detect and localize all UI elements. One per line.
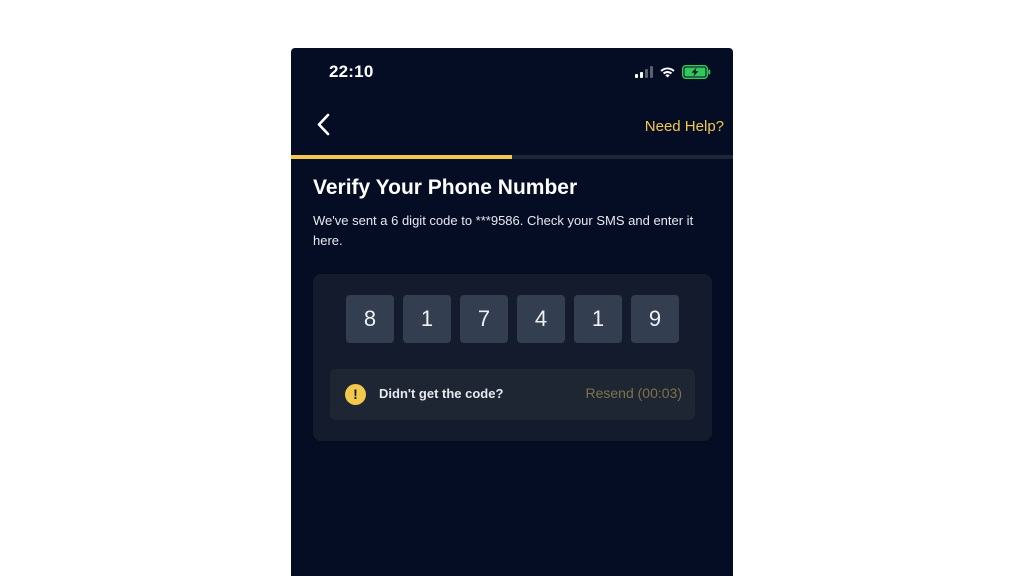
- resend-button[interactable]: Resend (00:03): [585, 385, 682, 401]
- cellular-signal-icon: [635, 66, 653, 78]
- back-button[interactable]: [313, 112, 337, 138]
- code-digit-box[interactable]: 9: [631, 295, 679, 343]
- code-input-group[interactable]: 8 1 7 4 1 9: [346, 295, 679, 343]
- need-help-link[interactable]: Need Help?: [645, 118, 724, 135]
- status-bar: 22:10: [291, 48, 733, 98]
- nav-bar: Need Help?: [291, 100, 733, 152]
- resend-banner: ! Didn't get the code? Resend (00:03): [330, 369, 695, 420]
- resend-prompt: Didn't get the code?: [379, 386, 504, 401]
- battery-charging-icon: [682, 65, 711, 79]
- chevron-left-icon: [317, 113, 330, 136]
- page-subtitle: We've sent a 6 digit code to ***9586. Ch…: [313, 213, 694, 248]
- code-digit-box[interactable]: 7: [460, 295, 508, 343]
- status-time: 22:10: [329, 62, 374, 81]
- progress-bar: [291, 155, 733, 159]
- code-digit-box[interactable]: 1: [574, 295, 622, 343]
- page-title: Verify Your Phone Number: [313, 176, 578, 199]
- phone-screen: 22:10 Need Help? Verify Your Phone Numbe…: [291, 48, 733, 576]
- code-digit-box[interactable]: 4: [517, 295, 565, 343]
- code-digit-box[interactable]: 1: [403, 295, 451, 343]
- code-digit-box[interactable]: 8: [346, 295, 394, 343]
- wifi-icon: [660, 67, 675, 78]
- progress-bar-fill: [291, 155, 512, 159]
- warning-icon: !: [345, 384, 366, 405]
- verification-code-card: 8 1 7 4 1 9 ! Didn't get the code? Resen…: [313, 274, 712, 441]
- status-icons: [635, 65, 711, 79]
